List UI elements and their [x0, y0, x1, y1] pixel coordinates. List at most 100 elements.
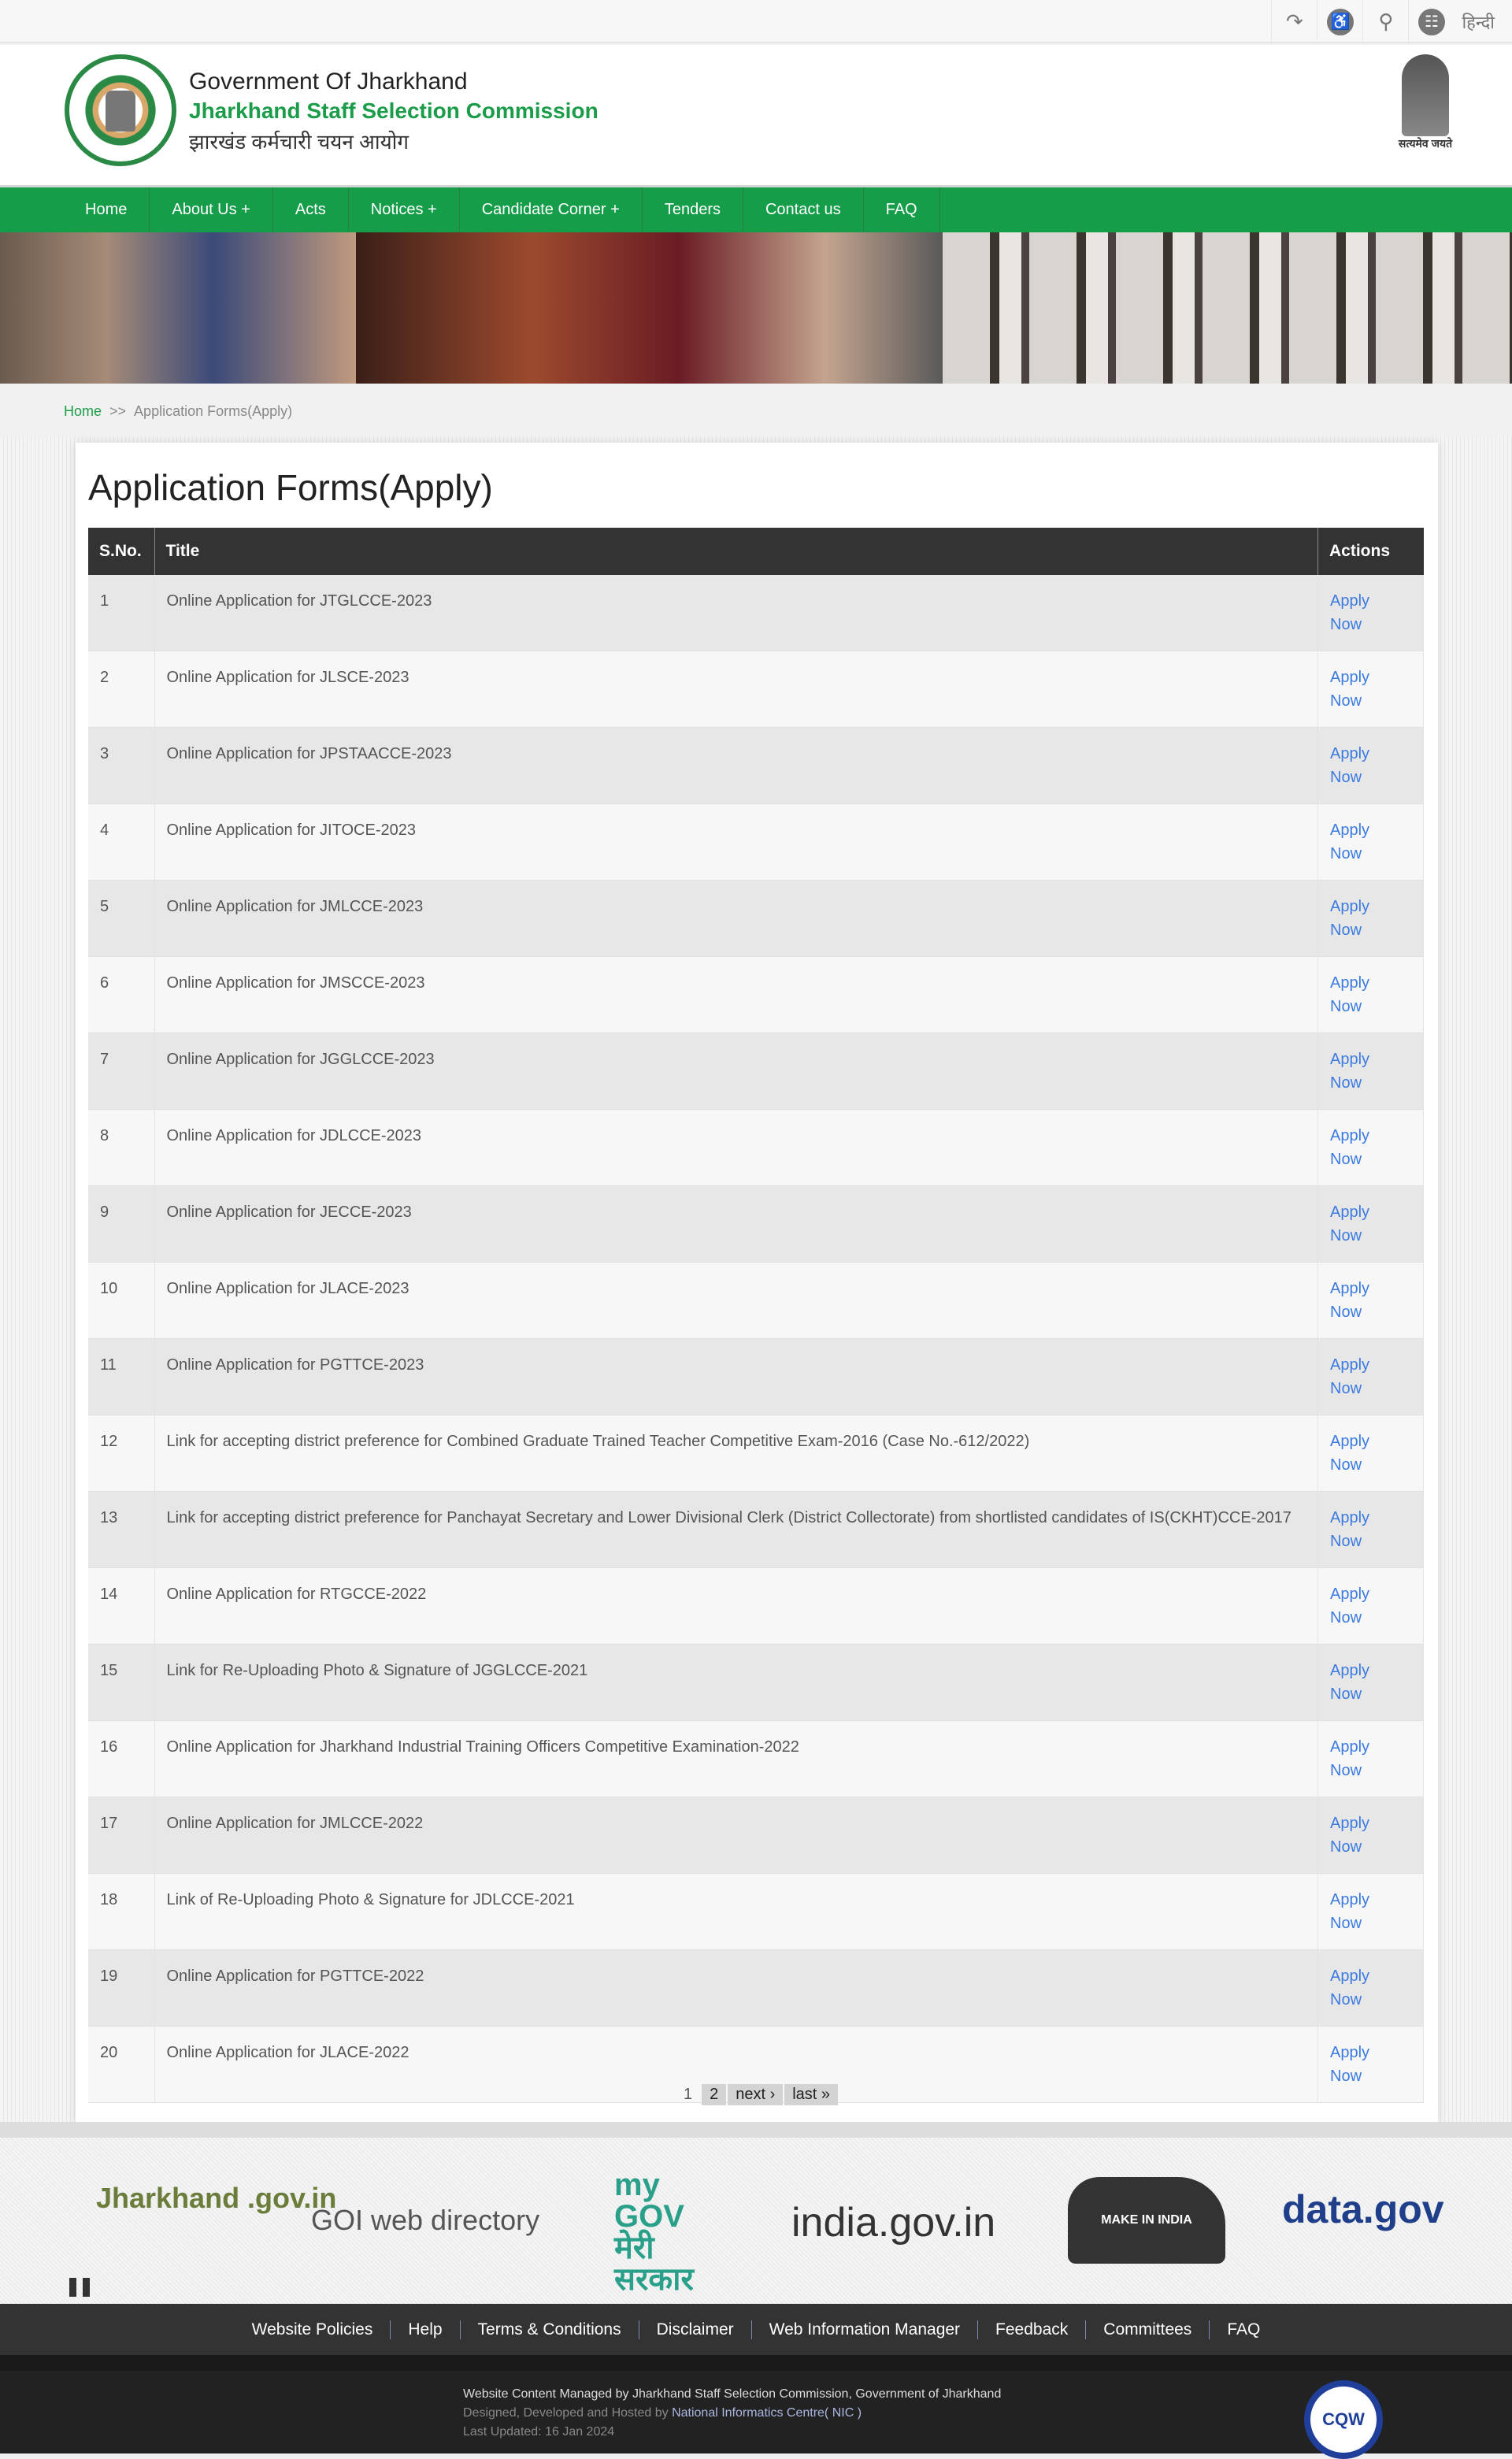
- language-toggle[interactable]: हिन्दी: [1454, 10, 1503, 34]
- footer-help[interactable]: Help: [391, 2320, 461, 2339]
- row-title: Online Application for JECCE-2023: [154, 1185, 1318, 1263]
- row-title: Online Application for JLSCE-2023: [154, 651, 1318, 728]
- nav-contact-us[interactable]: Contact us: [743, 187, 864, 232]
- apply-now-link[interactable]: Apply Now: [1330, 1200, 1385, 1248]
- table-row: 13 Link for accepting district preferenc…: [88, 1491, 1424, 1568]
- footer-disclaimer[interactable]: Disclaimer: [639, 2320, 752, 2339]
- pause-icon[interactable]: [69, 2278, 90, 2297]
- row-title: Online Application for JMSCCE-2023: [154, 956, 1318, 1033]
- row-title: Online Application for Jharkhand Industr…: [154, 1720, 1318, 1797]
- apply-now-link[interactable]: Apply Now: [1330, 589, 1385, 636]
- row-title: Online Application for JMLCCE-2022: [154, 1797, 1318, 1874]
- row-sno: 12: [88, 1415, 155, 1492]
- row-title: Online Application for JGGLCCE-2023: [154, 1033, 1318, 1110]
- nav-acts[interactable]: Acts: [273, 187, 349, 232]
- apply-now-link[interactable]: Apply Now: [1330, 895, 1385, 942]
- apply-now-link[interactable]: Apply Now: [1330, 1430, 1385, 1477]
- apply-now-link[interactable]: Apply Now: [1330, 1812, 1385, 1859]
- row-title: Online Application for PGTTCE-2023: [154, 1338, 1318, 1415]
- row-sno: 16: [88, 1720, 155, 1797]
- skip-to-content-icon[interactable]: ↷: [1271, 0, 1317, 43]
- main-nav: Home About Us + Acts Notices + Candidate…: [0, 185, 1512, 232]
- row-sno: 14: [88, 1567, 155, 1645]
- row-title: Online Application for JMLCCE-2023: [154, 880, 1318, 957]
- apply-now-link[interactable]: Apply Now: [1330, 1506, 1385, 1553]
- footer-feedback[interactable]: Feedback: [978, 2320, 1087, 2339]
- footer-faq[interactable]: FAQ: [1210, 2320, 1277, 2339]
- row-title: Online Application for JITOCE-2023: [154, 803, 1318, 881]
- nav-faq[interactable]: FAQ: [864, 187, 940, 232]
- nav-about-us[interactable]: About Us +: [150, 187, 273, 232]
- breadcrumb-separator: >>: [109, 403, 127, 419]
- footer-last-updated: Last Updated: 16 Jan 2024: [463, 2425, 615, 2439]
- footer-website-policies[interactable]: Website Policies: [235, 2320, 391, 2339]
- apply-now-link[interactable]: Apply Now: [1330, 818, 1385, 866]
- logo-goi-web-directory[interactable]: GOI web directory: [311, 2204, 539, 2237]
- table-row: 11 Online Application for PGTTCE-2023 Ap…: [88, 1338, 1424, 1415]
- nav-tenders[interactable]: Tenders: [643, 187, 743, 232]
- jssc-logo[interactable]: [65, 54, 176, 166]
- search-icon[interactable]: ⚲: [1362, 0, 1408, 43]
- row-title: Link for Re-Uploading Photo & Signature …: [154, 1644, 1318, 1721]
- apply-now-link[interactable]: Apply Now: [1330, 1659, 1385, 1706]
- table-row: 1 Online Application for JTGLCCE-2023 Ap…: [88, 575, 1424, 651]
- nav-notices[interactable]: Notices +: [349, 187, 460, 232]
- footer-bottom: Website Content Managed by Jharkhand Sta…: [0, 2355, 1512, 2459]
- apply-now-link[interactable]: Apply Now: [1330, 1353, 1385, 1400]
- page-next[interactable]: next ›: [728, 2084, 784, 2105]
- nav-home[interactable]: Home: [63, 187, 150, 232]
- logo-mygov[interactable]: my GOV मेरी सरकार: [614, 2169, 717, 2295]
- apply-now-link[interactable]: Apply Now: [1330, 971, 1385, 1018]
- table-row: 12 Link for accepting district preferenc…: [88, 1415, 1424, 1492]
- apply-now-link[interactable]: Apply Now: [1330, 1888, 1385, 1935]
- row-sno: 11: [88, 1338, 155, 1415]
- apply-now-link[interactable]: Apply Now: [1330, 1124, 1385, 1171]
- sitemap-icon[interactable]: ☷: [1408, 0, 1454, 43]
- table-row: 8 Online Application for JDLCCE-2023 App…: [88, 1109, 1424, 1186]
- pagination: 1 2 next › last »: [76, 2084, 1438, 2105]
- table-row: 9 Online Application for JECCE-2023 Appl…: [88, 1185, 1424, 1263]
- logo-make-in-india[interactable]: MAKE IN INDIA: [1068, 2177, 1225, 2264]
- row-sno: 4: [88, 803, 155, 881]
- row-title: Online Application for JTGLCCE-2023: [154, 575, 1318, 651]
- footer-web-info-manager[interactable]: Web Information Manager: [752, 2320, 979, 2339]
- footer-nic-link[interactable]: National Informatics Centre( NIC ): [672, 2406, 862, 2420]
- page-title: Application Forms(Apply): [88, 467, 493, 508]
- nav-candidate-corner[interactable]: Candidate Corner +: [460, 187, 643, 232]
- gov-title: Government Of Jharkhand: [189, 69, 468, 95]
- banner-image: [0, 232, 1512, 384]
- apply-now-link[interactable]: Apply Now: [1330, 1277, 1385, 1324]
- apply-now-link[interactable]: Apply Now: [1330, 1048, 1385, 1095]
- footer-committees[interactable]: Committees: [1086, 2320, 1210, 2339]
- table-row: 15 Link for Re-Uploading Photo & Signatu…: [88, 1644, 1424, 1721]
- col-actions: Actions: [1317, 528, 1424, 575]
- table-row: 7 Online Application for JGGLCCE-2023 Ap…: [88, 1033, 1424, 1110]
- apply-now-link[interactable]: Apply Now: [1330, 1582, 1385, 1630]
- page-last[interactable]: last »: [784, 2084, 839, 2105]
- footer-terms[interactable]: Terms & Conditions: [461, 2320, 639, 2339]
- apply-now-link[interactable]: Apply Now: [1330, 2041, 1385, 2088]
- apply-now-link[interactable]: Apply Now: [1330, 742, 1385, 789]
- breadcrumb-home[interactable]: Home: [64, 403, 102, 419]
- table-row: 18 Link of Re-Uploading Photo & Signatur…: [88, 1873, 1424, 1950]
- accessibility-icon[interactable]: ♿: [1317, 0, 1362, 43]
- logo-data-gov[interactable]: data.gov: [1282, 2186, 1444, 2232]
- apply-now-link[interactable]: Apply Now: [1330, 1964, 1385, 2012]
- col-title: Title: [154, 528, 1318, 575]
- commission-title: Jharkhand Staff Selection Commission: [189, 98, 598, 123]
- row-title: Online Application for JLACE-2023: [154, 1262, 1318, 1339]
- logo-india-gov[interactable]: india.gov.in: [791, 2199, 995, 2246]
- row-sno: 9: [88, 1185, 155, 1263]
- table-row: 17 Online Application for JMLCCE-2022 Ap…: [88, 1797, 1424, 1874]
- row-sno: 6: [88, 956, 155, 1033]
- apply-now-link[interactable]: Apply Now: [1330, 1735, 1385, 1782]
- logo-jharkhand-gov[interactable]: Jharkhand .gov.in: [96, 2184, 336, 2212]
- page-2[interactable]: 2: [702, 2084, 727, 2105]
- row-title: Online Application for JPSTAACCE-2023: [154, 727, 1318, 804]
- cqw-badge[interactable]: CQW: [1304, 2380, 1383, 2459]
- commission-title-hindi: झारखंड कर्मचारी चयन आयोग: [189, 130, 410, 154]
- national-emblem: सत्यमेव जयते: [1394, 54, 1457, 157]
- apply-now-link[interactable]: Apply Now: [1330, 666, 1385, 713]
- row-sno: 3: [88, 727, 155, 804]
- breadcrumb-current: Application Forms(Apply): [134, 403, 293, 419]
